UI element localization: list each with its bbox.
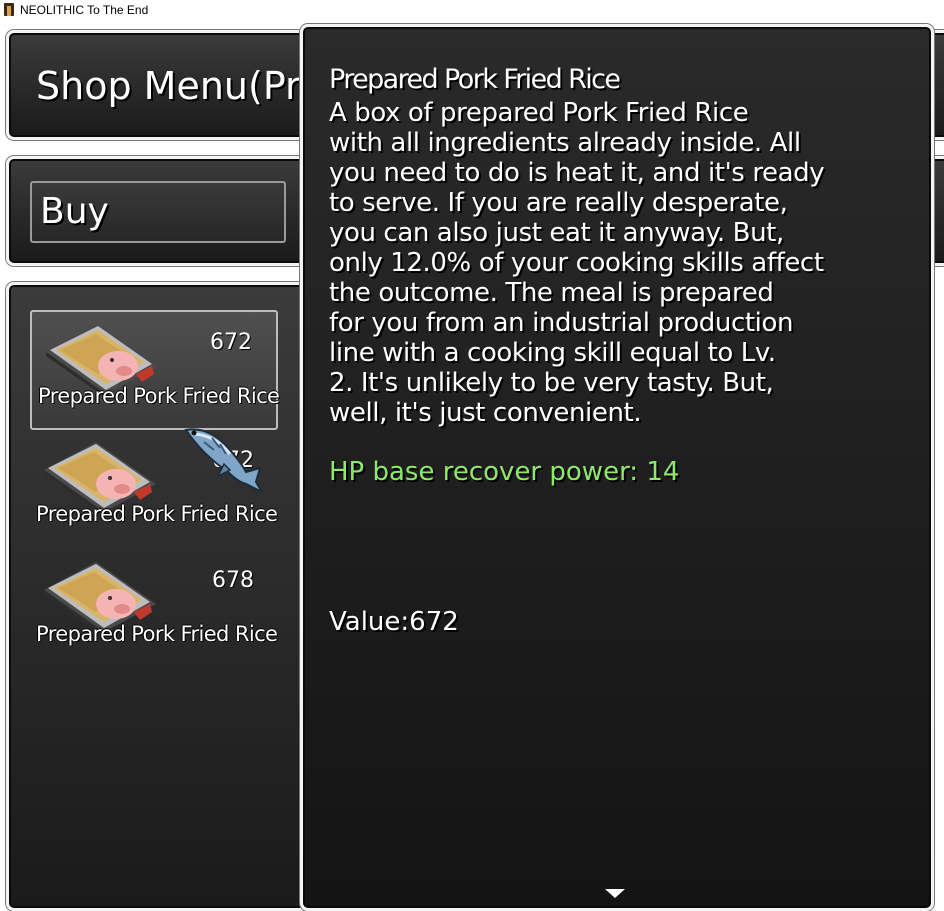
window-title: NEOLITHIC To The End [20, 3, 149, 17]
hp-recover-stat: HP base recover power: 14 [329, 457, 680, 487]
description-line: well, it's just convenient. [329, 398, 642, 428]
item-name: Prepared Pork Fried Rice [36, 502, 278, 526]
item-name: Prepared Pork Fried Rice [38, 384, 280, 408]
shop-item-3[interactable]: 678 Prepared Pork Fried Rice [30, 550, 278, 670]
app-icon [4, 3, 14, 16]
buy-command[interactable]: Buy [30, 181, 286, 243]
description-line: you can also just eat it anyway. But, [329, 218, 784, 248]
item-price: 672 [210, 330, 252, 355]
description-line: for you from an industrial production [329, 308, 794, 338]
description-line: A box of prepared Pork Fried Rice [329, 98, 749, 128]
right-edge-menu-lines [934, 400, 944, 414]
description-line: you need to do is heat it, and it's read… [329, 158, 825, 188]
detail-description: A box of prepared Pork Fried Rice with a… [329, 98, 889, 428]
description-line: with all ingredients already inside. All [329, 128, 801, 158]
description-line: the outcome. The meal is prepared [329, 278, 774, 308]
description-line: only 12.0% of your cooking skills affect [329, 248, 824, 278]
description-line: line with a cooking skill equal to Lv. [329, 338, 776, 368]
item-name: Prepared Pork Fried Rice [36, 622, 278, 646]
game-screen: Shop Menu(Pre Buy 672 Prepared Pork Frie… [0, 20, 944, 911]
window-titlebar: NEOLITHIC To The End [0, 0, 944, 20]
item-price: 678 [212, 568, 254, 593]
fish-cursor-icon [184, 428, 264, 492]
shop-item-1[interactable]: 672 Prepared Pork Fried Rice [30, 310, 280, 430]
description-line: to serve. If you are really desperate, [329, 188, 788, 218]
detail-item-title: Prepared Pork Fried Rice [329, 64, 621, 95]
scroll-down-arrow-icon[interactable] [605, 889, 625, 898]
description-line: 2. It's unlikely to be very tasty. But, [329, 368, 774, 398]
shop-menu-title: Shop Menu(Pre [36, 64, 324, 108]
buy-label: Buy [40, 191, 109, 232]
item-value: Value:672 [329, 607, 459, 637]
